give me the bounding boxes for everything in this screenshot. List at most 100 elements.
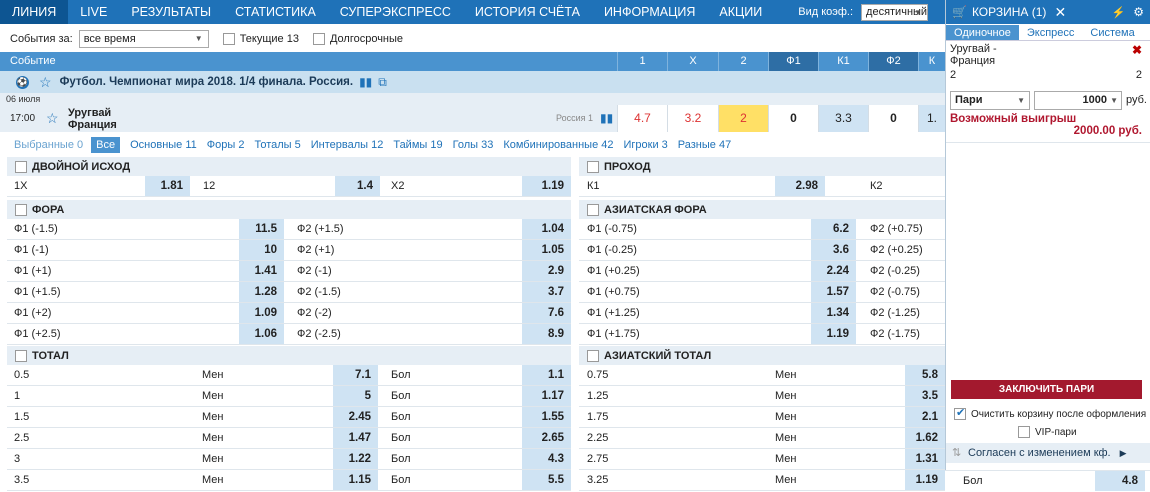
gear-icon[interactable]: ⚙ (1133, 5, 1144, 19)
odd-cell[interactable]: 1.19 (522, 176, 571, 196)
market-checkbox[interactable] (587, 203, 599, 216)
odd-cell[interactable]: 1.04 (522, 219, 571, 239)
odd-cell[interactable]: 5.5 (522, 470, 571, 490)
odd-cell[interactable]: 4.8 (1095, 471, 1145, 491)
odd-2-selected[interactable]: 2 (718, 105, 768, 132)
market-checkbox[interactable] (15, 160, 27, 173)
open-window-icon[interactable]: ⧉ (378, 75, 387, 90)
place-bet-button[interactable]: ЗАКЛЮЧИТЬ ПАРИ (951, 380, 1142, 399)
current-checkbox[interactable] (222, 33, 235, 45)
tab-system[interactable]: Система (1082, 25, 1142, 40)
tab-players[interactable]: Игроки 3 (623, 139, 667, 151)
odd-cell[interactable]: 2.65 (522, 428, 571, 448)
market-checkbox[interactable] (587, 160, 599, 173)
odd-cell[interactable]: 1.19 (905, 470, 945, 490)
clear-cart-option[interactable]: Очистить корзину после оформления (954, 406, 1146, 420)
odd-cell[interactable]: 10 (239, 240, 284, 260)
close-icon[interactable]: ✕ (1054, 4, 1066, 21)
odd-cell[interactable]: 2.98 (775, 176, 825, 196)
stake-input[interactable]: 1000 ▼ (1034, 91, 1122, 110)
odd-cell[interactable]: 1.57 (811, 282, 856, 302)
longterm-checkbox[interactable] (312, 33, 325, 45)
odd-cell[interactable]: 3.7 (522, 282, 571, 302)
odd-cell[interactable]: 1.1 (522, 365, 571, 385)
odd-cell[interactable]: 1.47 (333, 428, 378, 448)
odd-cell[interactable]: 7.1 (333, 365, 378, 385)
stats-icon[interactable]: ▮▮ (600, 111, 613, 125)
tab-express[interactable]: Экспресс (1019, 25, 1083, 40)
tab-single[interactable]: Одиночное (946, 25, 1019, 40)
odd-cell[interactable]: 1.06 (239, 324, 284, 344)
odd-k2[interactable]: 1. (918, 105, 945, 132)
coef-format-select[interactable]: десятичный ▼ (861, 3, 929, 21)
vip-checkbox[interactable] (1018, 426, 1030, 438)
tab-main[interactable]: Основные 11 (130, 139, 197, 151)
odd-cell[interactable]: 1.4 (335, 176, 380, 196)
odd-cell[interactable]: 3.5 (905, 386, 945, 406)
odd-cell[interactable]: 2.24 (811, 261, 856, 281)
odd-cell[interactable]: 1.22 (333, 449, 378, 469)
star-icon[interactable]: ☆ (46, 110, 59, 127)
agree-odds-change[interactable]: ⇅ Согласен с изменением кф. ▶ (946, 443, 1150, 463)
odd-x[interactable]: 3.2 (667, 105, 718, 132)
odd-cell[interactable]: 1.41 (239, 261, 284, 281)
nav-item-line[interactable]: ЛИНИЯ (0, 0, 69, 24)
odd-cell[interactable]: 1.05 (522, 240, 571, 260)
tab-misc[interactable]: Разные 47 (678, 139, 731, 151)
odd-1[interactable]: 4.7 (617, 105, 667, 132)
odd-cell[interactable]: 1.81 (145, 176, 190, 196)
match-teams[interactable]: Уругвай Франция (68, 107, 117, 131)
tab-halves[interactable]: Таймы 19 (393, 139, 442, 151)
odd-cell[interactable]: 11.5 (239, 219, 284, 239)
nav-item-statistics[interactable]: СТАТИСТИКА (223, 0, 328, 24)
nav-item-superexpress[interactable]: СУПЕРЭКСПРЕСС (328, 0, 463, 24)
odd-cell[interactable]: 1.19 (811, 324, 856, 344)
star-icon[interactable]: ☆ (39, 74, 52, 91)
tab-totals[interactable]: Тоталы 5 (254, 139, 300, 151)
odd-cell[interactable]: 8.9 (522, 324, 571, 344)
nav-item-results[interactable]: РЕЗУЛЬТАТЫ (119, 0, 223, 24)
odd-cell[interactable]: 5.8 (905, 365, 945, 385)
odd-cell[interactable]: 5 (333, 386, 378, 406)
remove-bet-icon[interactable]: ✖ (1132, 43, 1142, 57)
odd-cell[interactable]: 2.1 (905, 407, 945, 427)
nav-item-info[interactable]: ИНФОРМАЦИЯ (592, 0, 707, 24)
nav-item-live[interactable]: LIVE (68, 0, 119, 24)
lightning-icon[interactable]: ⚡ (1112, 6, 1126, 19)
tab-handicaps[interactable]: Форы 2 (207, 139, 245, 151)
period-value: все время (83, 33, 136, 45)
tab-chosen[interactable]: Выбранные 0 (14, 139, 83, 151)
odd-cell[interactable]: 6.2 (811, 219, 856, 239)
stats-icon[interactable]: ▮▮ (359, 75, 372, 89)
odd-cell[interactable]: 2.45 (333, 407, 378, 427)
odd-cell[interactable]: 4.3 (522, 449, 571, 469)
bet-type-select[interactable]: Пари ▼ (950, 91, 1030, 110)
odd-cell[interactable]: 1.15 (333, 470, 378, 490)
odd-cell[interactable]: 1.31 (905, 449, 945, 469)
clear-cart-checkbox[interactable] (954, 406, 966, 420)
odd-cell[interactable]: 1.09 (239, 303, 284, 323)
market-checkbox[interactable] (587, 349, 599, 362)
current-filter[interactable]: Текущие 13 (222, 33, 299, 45)
odd-cell[interactable]: 1.17 (522, 386, 571, 406)
odd-cell[interactable]: 1.62 (905, 428, 945, 448)
period-select[interactable]: все время ▼ (78, 30, 209, 48)
vip-option[interactable]: VIP-пари (1018, 426, 1077, 438)
longterm-filter[interactable]: Долгосрочные (312, 33, 403, 45)
odd-cell[interactable]: 1.28 (239, 282, 284, 302)
odd-cell[interactable]: 1.55 (522, 407, 571, 427)
odd-cell[interactable]: 1.34 (811, 303, 856, 323)
odd-cell[interactable]: 3.6 (811, 240, 856, 260)
tab-goals[interactable]: Голы 33 (453, 139, 494, 151)
nav-item-promotions[interactable]: АКЦИИ (707, 0, 774, 24)
odd-k1[interactable]: 3.3 (818, 105, 868, 132)
tab-intervals[interactable]: Интервалы 12 (311, 139, 384, 151)
market-checkbox[interactable] (15, 349, 27, 362)
tab-all[interactable]: Все (91, 136, 121, 153)
nav-item-account-history[interactable]: ИСТОРИЯ СЧЁТА (463, 0, 592, 24)
odd-cell[interactable]: 2.9 (522, 261, 571, 281)
tab-combined[interactable]: Комбинированные 42 (503, 139, 613, 151)
odd-cell[interactable]: 7.6 (522, 303, 571, 323)
league-row[interactable]: ⚽ ☆ Футбол. Чемпионат мира 2018. 1/4 фин… (0, 71, 945, 93)
market-checkbox[interactable] (15, 203, 27, 216)
